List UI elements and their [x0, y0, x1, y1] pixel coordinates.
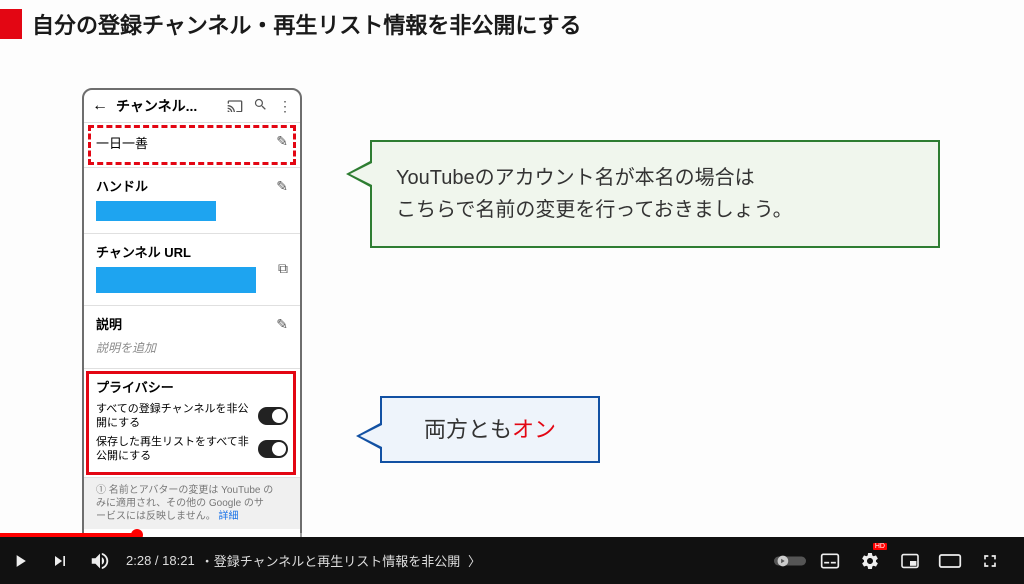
slide-title-bar: 自分の登録チャンネル・再生リスト情報を非公開にする: [0, 0, 1024, 48]
edit-name-icon[interactable]: ✎: [276, 133, 288, 150]
back-arrow-icon[interactable]: ←: [92, 97, 108, 115]
phone-header: ← チャンネル... ⋮: [84, 90, 300, 123]
privacy-item-2: 保存した再生リストをすべて非公開にする: [96, 435, 288, 464]
chapter-display[interactable]: ・登録チャンネルと再生リスト情報を非公開 〉: [201, 551, 481, 570]
autoplay-toggle[interactable]: [770, 537, 810, 584]
cast-icon[interactable]: [227, 98, 243, 115]
phone-footer-note: ① 名前とアバターの変更は YouTube の みに適用され、その他の Goog…: [84, 478, 300, 529]
search-icon[interactable]: [253, 97, 268, 115]
desc-label: 説明: [96, 314, 288, 333]
settings-button[interactable]: [850, 537, 890, 584]
callout-blue-on: オン: [512, 417, 556, 442]
privacy-toggle-2[interactable]: [258, 440, 288, 458]
channel-url-section: チャンネル URL ⧉: [84, 234, 300, 306]
player-controls: 2:28 / 18:21 ・登録チャンネルと再生リスト情報を非公開 〉: [0, 537, 1024, 584]
privacy-item-2-text: 保存した再生リストをすべて非公開にする: [96, 435, 258, 464]
next-button[interactable]: [40, 537, 80, 584]
desc-hint: 説明を追加: [96, 339, 288, 356]
handle-value-masked: [96, 201, 216, 221]
privacy-section: プライバシー すべての登録チャンネルを非公開にする 保存した再生リストをすべて非…: [84, 369, 300, 478]
chapter-title: 登録チャンネルと再生リスト情報を非公開: [214, 554, 461, 569]
slide-title: 自分の登録チャンネル・再生リスト情報を非公開にする: [32, 8, 582, 40]
footer-line1: ① 名前とアバターの変更は YouTube の: [96, 485, 273, 496]
phone-mockup: ← チャンネル... ⋮ 一日一善 ✎ ハンドル ✎ チャンネル URL ⧉: [82, 88, 302, 548]
callout-blue-text: 両方とも: [424, 417, 512, 442]
footer-line3: ービスには反映しません。: [96, 511, 216, 522]
theater-button[interactable]: [930, 537, 970, 584]
callout-green-line1: YouTubeのアカウント名が本名の場合は: [396, 162, 914, 194]
callout-both-on: 両方ともオン: [380, 396, 600, 463]
privacy-item-1: すべての登録チャンネルを非公開にする: [96, 402, 288, 431]
url-label: チャンネル URL: [96, 242, 288, 261]
privacy-item-1-text: すべての登録チャンネルを非公開にする: [96, 402, 258, 431]
chapter-sep: ・: [201, 554, 214, 569]
footer-link[interactable]: 詳細: [218, 511, 238, 522]
phone-header-title: チャンネル...: [116, 96, 217, 116]
footer-line2: みに適用され、その他の Google のサ: [96, 498, 264, 509]
copy-url-icon[interactable]: ⧉: [278, 260, 288, 277]
channel-name: 一日一善: [96, 136, 148, 151]
title-marker: [0, 9, 22, 39]
edit-desc-icon[interactable]: ✎: [276, 316, 288, 333]
chevron-right-icon: 〉: [468, 554, 481, 569]
description-section: 説明 説明を追加 ✎: [84, 306, 300, 369]
controls-right: [770, 537, 1024, 584]
miniplayer-button[interactable]: [890, 537, 930, 584]
fullscreen-button[interactable]: [970, 537, 1010, 584]
edit-handle-icon[interactable]: ✎: [276, 178, 288, 195]
subtitles-button[interactable]: [810, 537, 850, 584]
play-button[interactable]: [0, 537, 40, 584]
url-value-masked: [96, 267, 256, 293]
handle-label: ハンドル: [96, 176, 288, 195]
privacy-toggle-1[interactable]: [258, 407, 288, 425]
controls-left: 2:28 / 18:21 ・登録チャンネルと再生リスト情報を非公開 〉: [0, 537, 481, 584]
time-display: 2:28 / 18:21: [126, 553, 195, 568]
volume-button[interactable]: [80, 537, 120, 584]
callout-name-tip: YouTubeのアカウント名が本名の場合は こちらで名前の変更を行っておきましょ…: [370, 140, 940, 248]
more-icon[interactable]: ⋮: [278, 98, 292, 115]
privacy-label: プライバシー: [96, 377, 288, 396]
video-content: 自分の登録チャンネル・再生リスト情報を非公開にする ← チャンネル... ⋮ 一…: [0, 0, 1024, 547]
callout-green-line2: こちらで名前の変更を行っておきましょう。: [396, 194, 914, 226]
handle-section: ハンドル ✎: [84, 168, 300, 234]
channel-name-row[interactable]: 一日一善 ✎: [84, 123, 300, 168]
